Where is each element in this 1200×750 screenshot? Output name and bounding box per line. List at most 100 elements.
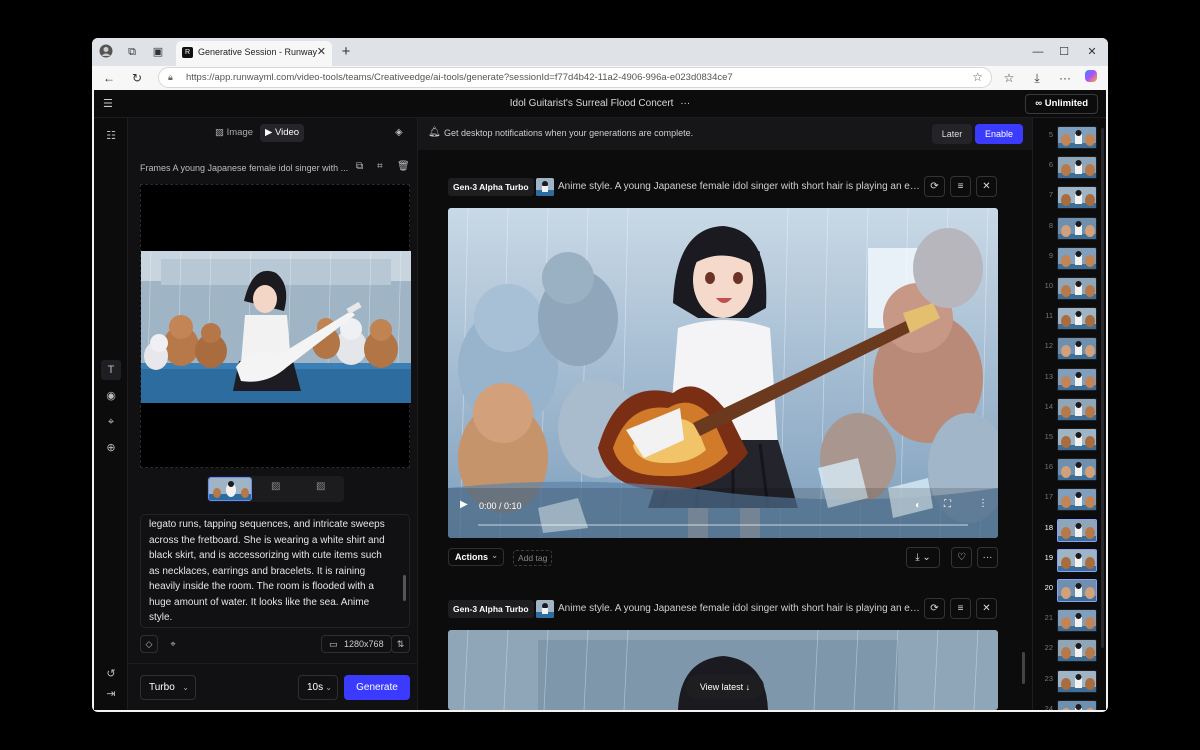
- unlimited-button[interactable]: ∞ Unlimited: [1025, 94, 1098, 114]
- undo-icon[interactable]: ↺: [101, 664, 121, 684]
- close-window-icon[interactable]: ✕: [1084, 44, 1100, 60]
- notification-text: Get desktop notifications when your gene…: [444, 128, 694, 138]
- prompt-thumbnail: [536, 178, 554, 196]
- card-prompt[interactable]: Anime style. A young Japanese female ido…: [558, 603, 920, 614]
- close-icon[interactable]: ✕: [976, 598, 997, 619]
- collapse-panel-icon[interactable]: ⇥: [101, 684, 121, 704]
- prompt-text: legato runs, tapping sequences, and intr…: [149, 519, 385, 623]
- resolution-button[interactable]: ▭ 1280x768: [321, 635, 392, 653]
- details-icon[interactable]: ≡: [950, 176, 971, 197]
- video-options-icon[interactable]: ⋮: [978, 498, 988, 509]
- history-item[interactable]: 8: [1033, 216, 1103, 243]
- history-item-number: 20: [1044, 583, 1053, 592]
- last-frame-slot[interactable]: ▨: [299, 477, 343, 501]
- session-more-icon[interactable]: ···: [680, 98, 690, 109]
- copilot-icon[interactable]: [1082, 69, 1100, 87]
- layers-icon[interactable]: ◇: [140, 635, 158, 653]
- history-scrollbar[interactable]: [1101, 128, 1104, 648]
- history-item[interactable]: 5: [1033, 126, 1103, 152]
- workspaces-icon[interactable]: ⧉: [124, 44, 140, 60]
- history-item[interactable]: 18: [1033, 518, 1103, 545]
- generate-button[interactable]: Generate: [344, 675, 410, 700]
- prompt-scrollbar[interactable]: [403, 575, 406, 601]
- heart-icon[interactable]: ♡: [951, 547, 972, 568]
- history-thumbnail: [1057, 126, 1097, 149]
- middle-frame-slot[interactable]: ▨: [254, 477, 298, 501]
- model-select[interactable]: Turbo ⌄: [140, 675, 196, 700]
- profile-avatar-icon[interactable]: [98, 44, 114, 60]
- session-title[interactable]: Idol Guitarist's Surreal Flood Concert ·…: [94, 98, 1106, 109]
- settings-more-icon[interactable]: ···: [1056, 69, 1074, 87]
- details-icon[interactable]: ≡: [950, 598, 971, 619]
- play-icon[interactable]: ▶: [460, 499, 468, 510]
- motion-brush-icon[interactable]: ⌖: [101, 412, 121, 432]
- close-icon[interactable]: ✕: [976, 176, 997, 197]
- settings-sliders-icon[interactable]: ⇅: [391, 635, 410, 653]
- history-item[interactable]: 24: [1033, 699, 1103, 710]
- history-item[interactable]: 12: [1033, 337, 1103, 363]
- refresh-icon[interactable]: ↻: [128, 69, 146, 87]
- text-tool-icon[interactable]: T: [101, 360, 121, 380]
- new-tab-icon[interactable]: +: [338, 44, 354, 60]
- mode-video-button[interactable]: ▶ Video: [260, 124, 305, 142]
- history-item[interactable]: 9: [1033, 246, 1103, 273]
- history-thumbnail: [1057, 699, 1097, 710]
- minimize-icon[interactable]: —: [1030, 44, 1046, 60]
- later-button[interactable]: Later: [932, 124, 972, 144]
- history-item[interactable]: 6: [1033, 156, 1103, 182]
- reuse-icon[interactable]: ⟳: [924, 598, 945, 619]
- maximize-icon[interactable]: ☐: [1056, 44, 1072, 60]
- download-icon[interactable]: ⤓ ⌄: [906, 547, 940, 568]
- history-thumbnail: [1057, 579, 1097, 602]
- enable-button[interactable]: Enable: [975, 124, 1023, 144]
- history-item[interactable]: 17: [1033, 488, 1103, 514]
- history-item[interactable]: 19: [1033, 548, 1103, 575]
- downloads-icon[interactable]: ⤓: [1028, 69, 1046, 87]
- history-item[interactable]: 16: [1033, 458, 1103, 484]
- learn-icon[interactable]: ◈: [395, 127, 403, 138]
- more-options-icon[interactable]: ···: [977, 547, 998, 568]
- favorites-icon[interactable]: ☆: [1000, 69, 1018, 87]
- fullscreen-icon[interactable]: ⛶: [944, 499, 951, 510]
- site-info-icon[interactable]: 🔒︎: [168, 72, 173, 83]
- globe-icon[interactable]: ⊕: [101, 438, 121, 458]
- history-item[interactable]: 20: [1033, 579, 1103, 605]
- browser-tab[interactable]: R Generative Session - Runway ✕: [176, 41, 332, 66]
- assets-icon[interactable]: ☷: [101, 126, 121, 146]
- reuse-icon[interactable]: ⟳: [924, 176, 945, 197]
- prompt-textarea[interactable]: legato runs, tapping sequences, and intr…: [140, 514, 410, 628]
- history-item[interactable]: 23: [1033, 669, 1103, 696]
- volume-icon[interactable]: ◖: [914, 500, 920, 511]
- history-item[interactable]: 7: [1033, 186, 1103, 212]
- mode-image-button[interactable]: ▨ Image: [210, 124, 258, 142]
- card-prompt[interactable]: Anime style. A young Japanese female ido…: [558, 181, 920, 192]
- history-item[interactable]: 22: [1033, 639, 1103, 665]
- history-item[interactable]: 15: [1033, 428, 1103, 454]
- tab-actions-icon[interactable]: ▣: [150, 44, 166, 60]
- resolution-label: 1280x768: [344, 639, 384, 649]
- view-latest-button[interactable]: View latest ↓: [686, 675, 764, 699]
- copy-icon[interactable]: ⧉: [356, 161, 363, 172]
- first-frame-slot[interactable]: [208, 477, 252, 501]
- duration-select[interactable]: 10s ⌄: [298, 675, 338, 700]
- actions-dropdown[interactable]: Actions ⌄: [448, 548, 504, 566]
- camera-icon[interactable]: ◉: [101, 386, 121, 406]
- history-item[interactable]: 11: [1033, 307, 1103, 333]
- frame-preview[interactable]: [140, 184, 411, 468]
- favorite-star-icon[interactable]: ☆: [972, 70, 983, 84]
- history-item[interactable]: 10: [1033, 277, 1103, 303]
- delete-icon[interactable]: 🗑︎: [397, 161, 410, 172]
- history-item[interactable]: 14: [1033, 397, 1103, 424]
- feed-scrollbar[interactable]: [1022, 652, 1025, 684]
- history-item[interactable]: 13: [1033, 367, 1103, 394]
- history-item-number: 8: [1048, 220, 1053, 230]
- url-input[interactable]: 🔒︎ https://app.runwayml.com/video-tools/…: [158, 67, 992, 88]
- crop-icon[interactable]: ⌗: [377, 161, 383, 172]
- back-icon[interactable]: ←: [100, 69, 118, 87]
- address-bar: ← ↻ 🔒︎ https://app.runwayml.com/video-to…: [92, 66, 1108, 90]
- video-player[interactable]: ▶ 0:00 / 0:10 ◖ ⛶ ⋮: [448, 208, 998, 538]
- add-tag-button[interactable]: Add tag: [513, 550, 553, 566]
- camera-control-icon[interactable]: ⌖: [164, 635, 182, 653]
- history-item[interactable]: 21: [1033, 609, 1103, 635]
- close-tab-icon[interactable]: ✕: [317, 45, 326, 58]
